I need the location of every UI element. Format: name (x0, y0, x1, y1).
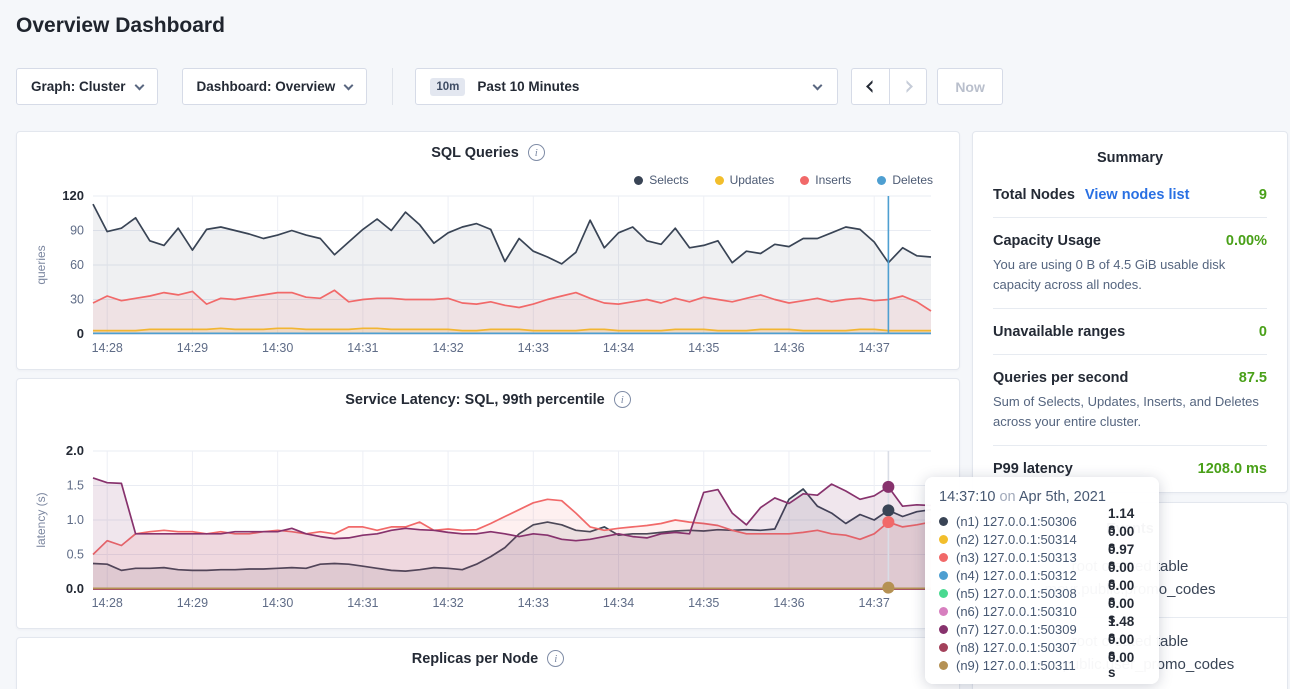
capacity-desc: You are using 0 B of 4.5 GiB usable disk… (993, 255, 1267, 294)
svg-text:0.0: 0.0 (66, 581, 84, 596)
unavailable-ranges-value: 0 (1259, 324, 1267, 340)
svg-text:14:36: 14:36 (773, 341, 804, 355)
svg-text:latency (s): latency (s) (34, 492, 48, 547)
replicas-header: Replicas per Node i (17, 650, 959, 667)
svg-text:14:29: 14:29 (177, 341, 208, 355)
time-range-picker[interactable]: 10m Past 10 Minutes (415, 68, 838, 105)
chart-title: Replicas per Node (412, 651, 539, 667)
tooltip-timestamp: 14:37:10 on Apr 5th, 2021 (939, 489, 1145, 505)
summary-panel: Summary Total Nodes View nodes list 9 Ca… (972, 131, 1288, 493)
svg-text:14:35: 14:35 (688, 341, 719, 355)
svg-text:1.0: 1.0 (67, 513, 84, 527)
sql-queries-chart[interactable]: 0 30 60 90 120 14:28 14:29 14:30 14:31 14:32 14:33… (31, 184, 945, 362)
time-pager (851, 68, 927, 105)
graph-dropdown[interactable]: Graph: Cluster (16, 68, 158, 105)
sql-queries-card: SQL Queries i SelectsUpdatesInsertsDelet… (16, 131, 960, 370)
svg-text:120: 120 (62, 188, 84, 203)
view-nodes-list-link[interactable]: View nodes list (1085, 187, 1190, 203)
summary-row-unavailable: Unavailable ranges 0 (993, 309, 1267, 355)
svg-text:0: 0 (77, 326, 84, 341)
chevron-down-icon (344, 80, 354, 90)
time-range-badge: 10m (430, 78, 465, 96)
overview-dashboard-page: Overview Dashboard Graph: Cluster Dashbo… (0, 0, 1290, 689)
node-color-dot-icon (939, 553, 948, 562)
summary-row-total-nodes: Total Nodes View nodes list 9 (993, 172, 1267, 218)
svg-text:14:33: 14:33 (518, 341, 549, 355)
svg-text:14:36: 14:36 (773, 596, 804, 610)
unavailable-ranges-label: Unavailable ranges (993, 324, 1125, 340)
svg-text:14:37: 14:37 (859, 341, 890, 355)
svg-text:0.5: 0.5 (67, 548, 84, 562)
chart-hover-tooltip: 14:37:10 on Apr 5th, 2021 (n1) 127.0.0.1… (925, 477, 1159, 684)
svg-text:14:30: 14:30 (262, 596, 293, 610)
node-color-dot-icon (939, 661, 948, 670)
summary-row-capacity: Capacity Usage 0.00% You are using 0 B o… (993, 218, 1267, 309)
tooltip-node-rows: (n1) 127.0.0.1:503061.14 s(n2) 127.0.0.1… (939, 512, 1145, 674)
graph-dropdown-label: Graph: Cluster (31, 79, 126, 94)
svg-text:14:28: 14:28 (92, 596, 123, 610)
node-color-dot-icon (939, 643, 948, 652)
service-latency-chart[interactable]: 0.0 0.5 1.0 1.5 2.0 14:28 14:29 14:30 14:31 14:32… (31, 439, 945, 617)
replicas-per-node-card: Replicas per Node i (16, 637, 960, 689)
dashboard-dropdown[interactable]: Dashboard: Overview (182, 68, 368, 105)
sql-queries-header: SQL Queries i (17, 144, 959, 161)
node-color-dot-icon (939, 517, 948, 526)
node-color-dot-icon (939, 607, 948, 616)
svg-text:2.0: 2.0 (66, 443, 84, 458)
dashboard-dropdown-label: Dashboard: Overview (197, 79, 336, 94)
svg-text:14:30: 14:30 (262, 341, 293, 355)
qps-value: 87.5 (1239, 370, 1267, 386)
svg-text:14:33: 14:33 (518, 596, 549, 610)
svg-text:14:32: 14:32 (432, 596, 463, 610)
chevron-down-icon (813, 80, 823, 90)
chevron-down-icon (134, 80, 144, 90)
node-color-dot-icon (939, 571, 948, 580)
total-nodes-label: Total Nodes (993, 187, 1075, 203)
p99-latency-label: P99 latency (993, 461, 1073, 477)
time-range-label: Past 10 Minutes (477, 79, 579, 94)
svg-text:14:31: 14:31 (347, 341, 378, 355)
qps-label: Queries per second (993, 370, 1128, 386)
service-latency-header: Service Latency: SQL, 99th percentile i (17, 391, 959, 408)
page-title: Overview Dashboard (16, 14, 225, 38)
controls-divider (392, 68, 393, 105)
p99-latency-value: 1208.0 ms (1198, 461, 1267, 477)
svg-text:14:28: 14:28 (92, 341, 123, 355)
chart-title: SQL Queries (431, 145, 519, 161)
svg-text:14:32: 14:32 (432, 341, 463, 355)
service-latency-card: Service Latency: SQL, 99th percentile i … (16, 378, 960, 629)
info-icon[interactable]: i (547, 650, 564, 667)
capacity-value: 0.00% (1226, 233, 1267, 249)
qps-desc: Sum of Selects, Updates, Inserts, and De… (993, 392, 1267, 431)
node-color-dot-icon (939, 589, 948, 598)
chevron-left-icon (866, 80, 879, 93)
tooltip-node-row: (n9) 127.0.0.1:503110.00 s (939, 656, 1145, 674)
next-time-button[interactable] (889, 68, 927, 105)
svg-text:14:34: 14:34 (603, 341, 634, 355)
prev-time-button[interactable] (851, 68, 889, 105)
svg-text:queries: queries (34, 245, 48, 284)
summary-body: Total Nodes View nodes list 9 Capacity U… (973, 172, 1287, 491)
svg-text:60: 60 (70, 258, 84, 272)
total-nodes-value: 9 (1259, 187, 1267, 203)
svg-text:14:31: 14:31 (347, 596, 378, 610)
svg-text:30: 30 (70, 293, 84, 307)
chart-title: Service Latency: SQL, 99th percentile (345, 392, 605, 408)
svg-text:1.5: 1.5 (67, 479, 84, 493)
svg-text:90: 90 (70, 224, 84, 238)
controls-row: Graph: Cluster Dashboard: Overview 10m P… (16, 68, 1003, 105)
chevron-right-icon (900, 80, 913, 93)
svg-text:14:35: 14:35 (688, 596, 719, 610)
info-icon[interactable]: i (614, 391, 631, 408)
node-color-dot-icon (939, 625, 948, 634)
capacity-label: Capacity Usage (993, 233, 1101, 249)
svg-text:14:34: 14:34 (603, 596, 634, 610)
svg-text:14:37: 14:37 (859, 596, 890, 610)
info-icon[interactable]: i (528, 144, 545, 161)
node-color-dot-icon (939, 535, 948, 544)
now-button[interactable]: Now (937, 68, 1003, 105)
summary-row-qps: Queries per second 87.5 Sum of Selects, … (993, 355, 1267, 446)
svg-text:14:29: 14:29 (177, 596, 208, 610)
summary-heading: Summary (973, 132, 1287, 172)
